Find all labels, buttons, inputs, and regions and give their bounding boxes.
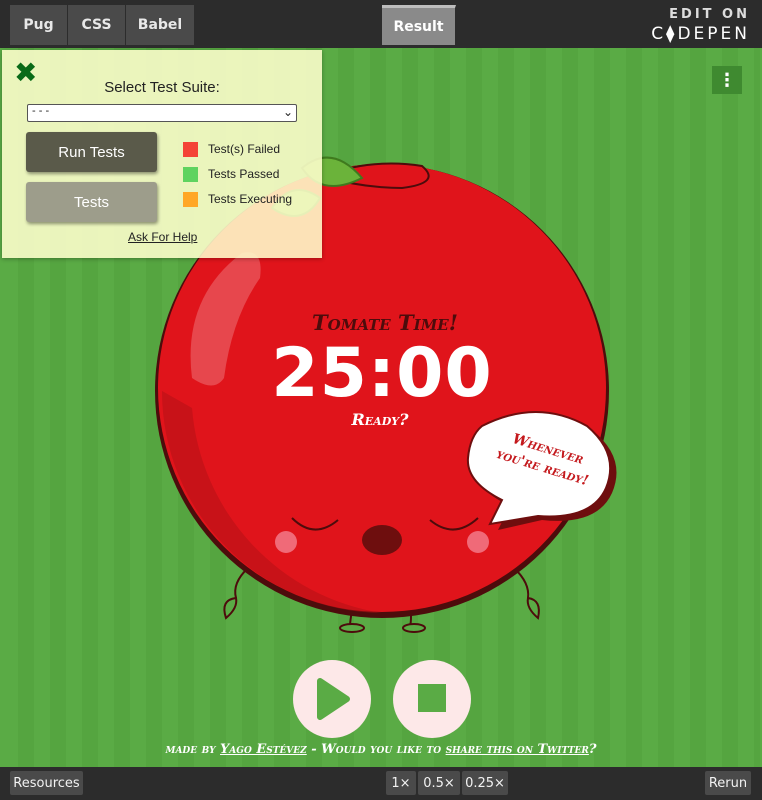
tab-result[interactable]: Result bbox=[382, 5, 456, 45]
tab-babel[interactable]: Babel bbox=[126, 5, 195, 45]
tab-pug[interactable]: Pug bbox=[10, 5, 68, 45]
zoom-1x-button[interactable]: 1× bbox=[386, 771, 416, 795]
legend-failed: Test(s) Failed bbox=[183, 141, 280, 157]
tests-button[interactable]: Tests bbox=[26, 182, 157, 222]
run-tests-button[interactable]: Run Tests bbox=[26, 132, 157, 172]
codepen-logo[interactable]: C⧫DEPEN bbox=[651, 24, 750, 44]
edit-on-label[interactable]: EDIT ON bbox=[669, 7, 750, 22]
select-value: - - - bbox=[32, 105, 50, 117]
stop-button[interactable] bbox=[392, 659, 472, 739]
executing-swatch bbox=[183, 191, 198, 207]
more-vertical-icon[interactable]: ⋮ bbox=[712, 66, 742, 94]
legend-executing-label: Tests Executing bbox=[208, 192, 293, 206]
resources-button[interactable]: Resources bbox=[10, 771, 83, 795]
rerun-button[interactable]: Rerun bbox=[705, 771, 751, 795]
legend-executing: Tests Executing bbox=[183, 191, 292, 207]
question-mark: ? bbox=[588, 742, 597, 757]
failed-swatch bbox=[183, 141, 198, 157]
zoom-05x-button[interactable]: 0.5× bbox=[418, 771, 460, 795]
zoom-025x-button[interactable]: 0.25× bbox=[462, 771, 508, 795]
chevron-down-icon: ⌄ bbox=[282, 105, 293, 119]
legend-failed-label: Test(s) Failed bbox=[208, 142, 281, 156]
legend-passed: Tests Passed bbox=[183, 166, 279, 182]
footer-credits: made by Yago Estévez - Would you like to… bbox=[0, 742, 762, 757]
stop-icon bbox=[418, 684, 446, 712]
timer-display: 25:00 bbox=[271, 334, 493, 413]
ask-for-help-link[interactable]: Ask For Help bbox=[128, 230, 197, 244]
share-prompt-text: - Would you like to bbox=[306, 742, 442, 757]
timer-title: Tomate Time! bbox=[312, 310, 458, 335]
play-button[interactable] bbox=[292, 659, 372, 739]
share-twitter-link[interactable]: share this on Twitter bbox=[446, 742, 589, 757]
author-link[interactable]: Yago Estévez bbox=[220, 742, 307, 757]
legend-passed-label: Tests Passed bbox=[208, 167, 280, 181]
timer-status: Ready? bbox=[351, 410, 409, 429]
select-suite-label: Select Test Suite: bbox=[104, 79, 220, 96]
codepen-top-bar: Pug CSS Babel Result EDIT ON C⧫DEPEN bbox=[0, 0, 762, 48]
test-suite-panel: ✖ Select Test Suite: - - - ⌄ Run Tests T… bbox=[2, 50, 322, 258]
made-by-text: made by bbox=[165, 742, 216, 757]
tab-css[interactable]: CSS bbox=[68, 5, 126, 45]
passed-swatch bbox=[183, 166, 198, 182]
codepen-bottom-bar: Resources 1× 0.5× 0.25× Rerun bbox=[0, 767, 762, 800]
test-suite-select[interactable]: - - - ⌄ bbox=[27, 104, 297, 122]
